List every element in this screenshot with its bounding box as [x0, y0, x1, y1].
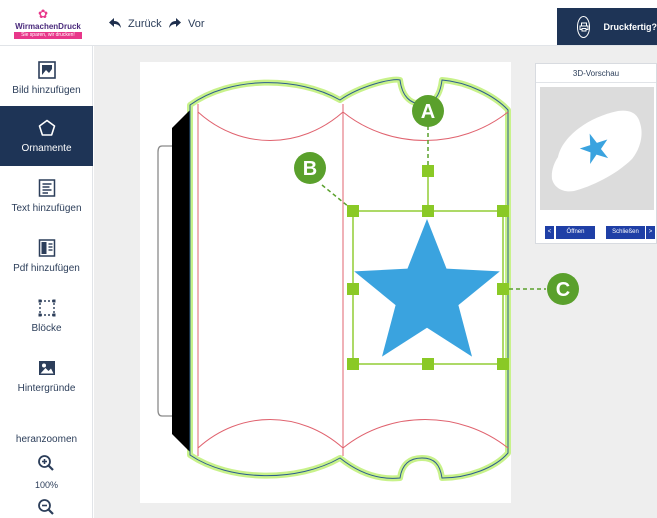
- design-canvas[interactable]: [140, 62, 511, 503]
- sidebar-item-label: Hintergründe: [17, 382, 76, 394]
- resize-handle-bottom[interactable]: [422, 358, 434, 370]
- sidebar-item-label: Bild hinzufügen: [12, 84, 81, 96]
- logo-tagline: Sie sparen, wir drucken!: [14, 32, 82, 39]
- resize-handle-left[interactable]: [347, 283, 359, 295]
- logo-text: WirmachenDruck: [15, 22, 81, 31]
- zoom-label: heranzoomen: [15, 434, 78, 445]
- preview-title: 3D-Vorschau: [536, 64, 656, 83]
- preview-box-render: [551, 110, 642, 192]
- resize-handle-right[interactable]: [497, 283, 509, 295]
- resize-handle-bottom-right[interactable]: [497, 358, 509, 370]
- sidebar-item-add-image[interactable]: Bild hinzufügen: [0, 48, 93, 108]
- redo-arrow-icon: [168, 17, 182, 31]
- sidebar-item-label: Pdf hinzufügen: [13, 262, 80, 274]
- sidebar-item-label: Ornamente: [21, 142, 72, 154]
- image-icon: [37, 60, 56, 79]
- resize-handle-top-right[interactable]: [497, 205, 509, 217]
- sidebar-item-blocks[interactable]: Blöcke: [0, 286, 93, 346]
- sidebar-item-backgrounds[interactable]: Hintergründe: [0, 346, 93, 406]
- background-icon: [38, 360, 55, 375]
- pdf-icon: [38, 238, 55, 257]
- resize-handle-bottom-left[interactable]: [347, 358, 359, 370]
- preview-open-button[interactable]: Öffnen: [556, 226, 595, 239]
- sidebar: Bild hinzufügen Ornamente Text hinzufüge…: [0, 46, 93, 518]
- preview-next-button[interactable]: >: [646, 226, 655, 239]
- sidebar-item-label: Blöcke: [31, 322, 62, 334]
- back-button[interactable]: Zurück: [108, 14, 162, 34]
- preview-panel: 3D-Vorschau < Öffnen Schließen >: [535, 63, 657, 244]
- print-ready-label: Druckfertig?: [603, 21, 657, 32]
- printer-icon: [577, 15, 591, 38]
- text-icon: [38, 178, 55, 197]
- zoom-value: 100%: [34, 480, 59, 490]
- logo[interactable]: ✿ WirmachenDruck Sie sparen, wir drucken…: [10, 8, 86, 40]
- logo-flower-icon: ✿: [38, 7, 49, 21]
- resize-handle-top-left[interactable]: [347, 205, 359, 217]
- blocks-icon: [38, 299, 55, 316]
- sidebar-item-ornaments[interactable]: Ornamente: [0, 106, 93, 166]
- sidebar-item-add-text[interactable]: Text hinzufügen: [0, 166, 93, 226]
- preview-3d-view[interactable]: [540, 87, 654, 210]
- zoom-out-icon[interactable]: [37, 498, 55, 516]
- forward-button[interactable]: Vor: [168, 14, 205, 34]
- sidebar-item-add-pdf[interactable]: Pdf hinzufügen: [0, 226, 93, 286]
- resize-handle-top[interactable]: [422, 205, 434, 217]
- forward-label: Vor: [188, 18, 205, 30]
- undo-arrow-icon: [108, 17, 122, 31]
- sidebar-item-label: Text hinzufügen: [11, 202, 82, 214]
- print-ready-button[interactable]: Druckfertig?: [557, 8, 657, 45]
- preview-close-button[interactable]: Schließen: [606, 226, 645, 239]
- rotation-handle[interactable]: [422, 165, 434, 177]
- zoom-in-icon[interactable]: [37, 454, 55, 472]
- top-bar: ✿ WirmachenDruck Sie sparen, wir drucken…: [0, 0, 657, 46]
- back-label: Zurück: [128, 18, 162, 30]
- preview-prev-button[interactable]: <: [545, 226, 554, 239]
- pentagon-icon: [38, 119, 55, 136]
